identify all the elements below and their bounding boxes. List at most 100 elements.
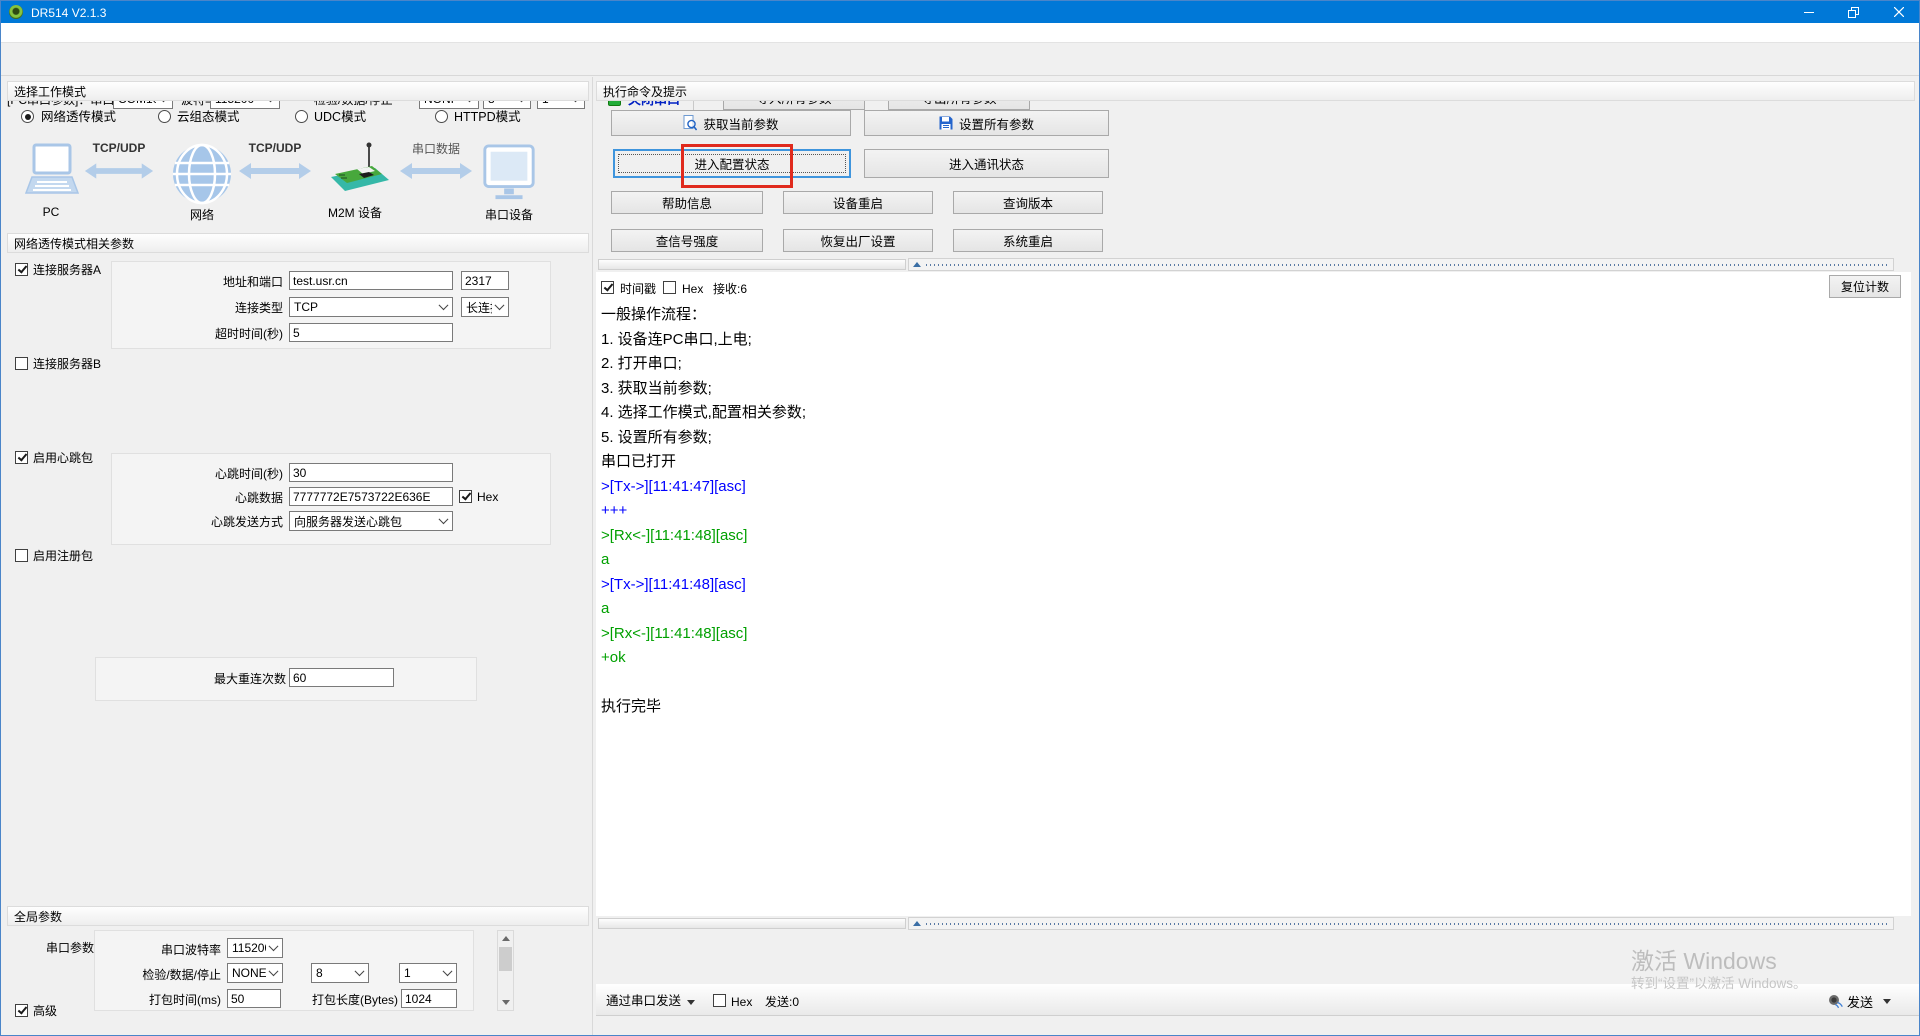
scrollbar-up-icon [502,936,510,941]
pack-length-label: 打包长度(Bytes) [278,993,398,1007]
diagram-link1-label: TCP/UDP [83,141,155,155]
send-sphere-icon [1827,993,1843,1009]
diagram-node-serial-label: 串口设备 [469,208,549,222]
log-line: 一般操作流程： [601,303,1891,328]
diagram-node-network-label: 网络 [167,208,237,222]
log-line: 1. 设备连PC串口,上电; [601,328,1891,353]
log-hex-label: Hex [682,282,703,296]
scrollbar-down-icon [502,1000,510,1005]
enter-comm-button[interactable]: 进入通讯状态 [864,149,1109,178]
scrollbar-up-button[interactable] [498,931,513,946]
window-title: DR514 V2.1.3 [31,6,106,20]
log-line: +ok [601,646,1891,671]
connection-type-label: 连接类型 [121,301,283,315]
log-line: a [601,548,1891,573]
pack-time-input[interactable]: 50 [227,989,281,1008]
reset-count-button[interactable]: 复位计数 [1829,275,1901,298]
m2m-device-icon [319,141,391,203]
global-baud-select[interactable]: 115200 [227,938,283,958]
splitter-dots [926,923,1888,925]
pc-laptop-icon [25,143,79,203]
diagram-link2-label: TCP/UDP [237,141,313,155]
heartbeat-mode-label: 心跳发送方式 [121,515,283,529]
double-arrow-icon [237,159,313,183]
log-line: >[Tx->][11:41:48][asc] [601,573,1891,598]
global-stopbits-select[interactable]: 1 [399,963,457,983]
radio-net-transparent-mode[interactable] [21,110,34,123]
keepalive-select[interactable]: 长连接 [461,297,509,317]
global-section-header: 全局参数 [7,906,589,926]
send-via-serial-dropdown[interactable]: 通过串口发送 [606,994,681,1008]
send-hex-label: Hex [731,995,752,1009]
log-line: 3. 获取当前参数; [601,377,1891,402]
splitter-collapse-bar[interactable] [908,258,1894,271]
query-version-button[interactable]: 查询版本 [953,191,1103,214]
red-annotation-box [681,144,793,188]
maximize-button[interactable] [1831,1,1876,23]
global-parity-select[interactable]: NONE [227,963,283,983]
close-icon [1894,7,1904,17]
radio-httpd-mode[interactable] [435,110,448,123]
splitter-collapse-bar[interactable] [908,917,1894,930]
global-baud-label: 串口波特率 [91,943,221,957]
radio-label-net-transparent-mode: 网络透传模式 [41,110,116,124]
minimize-icon [1804,12,1814,13]
heartbeat-hex-label: Hex [477,490,498,504]
heartbeat-time-input[interactable]: 30 [289,463,453,482]
global-databits-select[interactable]: 8 [311,963,369,983]
advanced-checkbox[interactable] [15,1004,28,1017]
close-button[interactable] [1876,1,1920,23]
connection-type-select[interactable]: TCP [289,297,453,317]
panel-divider[interactable] [592,77,593,1036]
device-restart-button[interactable]: 设备重启 [783,191,933,214]
global-parity-label: 检验/数据/停止 [91,968,221,982]
global-scrollbar[interactable] [497,930,514,1011]
server-b-checkbox[interactable] [15,357,28,370]
factory-reset-button[interactable]: 恢复出厂设置 [783,229,933,252]
timestamp-label: 时间戳 [620,282,656,296]
get-params-button[interactable]: 获取当前参数 [611,110,851,136]
radio-udc-mode[interactable] [295,110,308,123]
help-info-button[interactable]: 帮助信息 [611,191,763,214]
diagram-node-pc-label: PC [23,205,79,219]
log-line: 串口已打开 [601,450,1891,475]
collapse-up-icon [913,921,921,926]
heartbeat-hex-checkbox[interactable] [459,490,472,503]
recv-count: 接收:6 [713,282,747,296]
splitter-dots [926,264,1888,266]
pack-length-input[interactable]: 1024 [401,989,457,1008]
heartbeat-data-input[interactable]: 7777772E7573722E636E [289,487,453,506]
address-port-label: 地址和端口 [121,275,283,289]
timestamp-checkbox[interactable] [601,281,614,294]
heartbeat-data-label: 心跳数据 [121,491,283,505]
server-address-input[interactable]: test.usr.cn [289,271,453,290]
splitter-handle[interactable] [598,259,906,270]
send-hex-checkbox[interactable] [713,994,726,1007]
system-restart-button[interactable]: 系统重启 [953,229,1103,252]
set-params-button[interactable]: 设置所有参数 [864,110,1109,136]
splitter-handle[interactable] [598,918,906,929]
log-line: +++ [601,499,1891,524]
serial-device-monitor-icon [480,144,538,202]
heartbeat-mode-select[interactable]: 向服务器发送心跳包 [289,511,453,531]
server-port-input[interactable]: 2317 [461,271,509,290]
collapse-up-icon [913,262,921,267]
log-hex-checkbox[interactable] [663,281,676,294]
heartbeat-checkbox[interactable] [15,451,28,464]
max-reconnect-input[interactable]: 60 [289,668,394,687]
double-arrow-icon [397,159,475,183]
scrollbar-down-button[interactable] [498,995,513,1010]
log-line: 2. 打开串口; [601,352,1891,377]
server-a-checkbox[interactable] [15,263,28,276]
send-button[interactable]: 发送 [1827,989,1911,1013]
scrollbar-thumb[interactable] [499,947,512,971]
heartbeat-time-label: 心跳时间(秒) [121,467,283,481]
minimize-button[interactable] [1786,1,1831,23]
query-signal-button[interactable]: 查信号强度 [611,229,763,252]
sent-count: 发送:0 [765,995,799,1009]
timeout-input[interactable]: 5 [289,323,453,342]
heartbeat-label: 启用心跳包 [33,451,93,465]
radio-cloud-mode[interactable] [158,110,171,123]
radio-label-udc-mode: UDC模式 [314,110,366,124]
register-packet-checkbox[interactable] [15,549,28,562]
